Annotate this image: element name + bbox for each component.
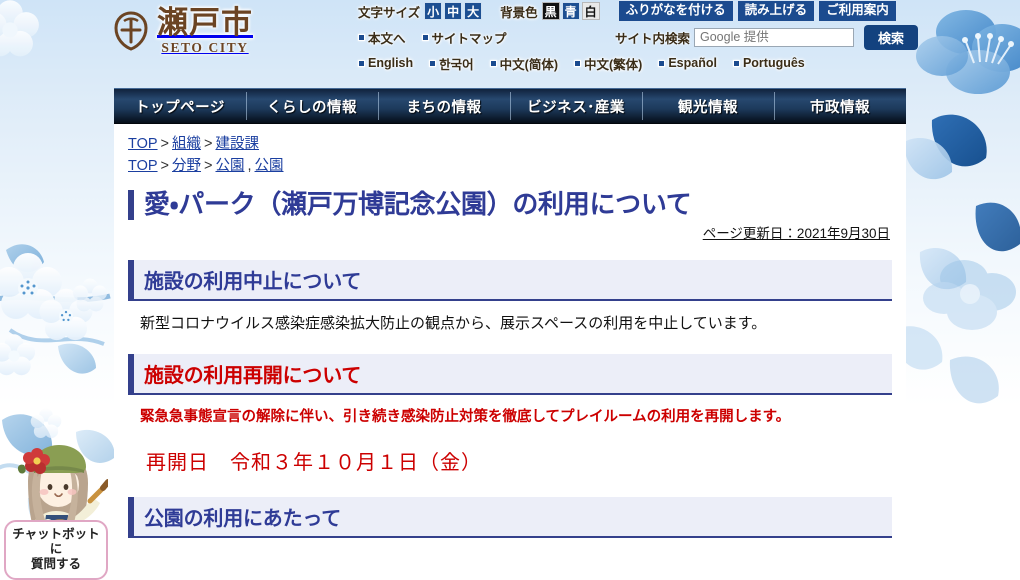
header-action-buttons: ふりがなを付ける 読み上げる ご利用案内 (617, 0, 897, 22)
chatbot-label-line2: 質問する (30, 557, 81, 571)
site-search: サイト内検索 検索 (614, 24, 918, 50)
bg-color-blue-button[interactable]: 青 (561, 2, 580, 20)
bullet-square-icon (732, 59, 740, 67)
breadcrumb: TOP > 組織 > 建設課 TOP > 分野 > 公園, 公園 (128, 134, 892, 178)
site-header: 瀬戸市 SETO CITY 文字サイズ 小 中 大 背景色 黒 青 白 ふりがな… (0, 0, 1020, 88)
sitemap-link[interactable]: サイトマップ (421, 28, 507, 47)
nav-item-town[interactable]: まちの情報 (378, 89, 510, 123)
nav-item-top-page[interactable]: トップページ (114, 89, 246, 123)
language-link-chinese-traditional[interactable]: 中文(繁体) (574, 54, 642, 73)
language-label: 中文(繁体) (584, 57, 643, 72)
skip-and-search-row: 本文へ サイトマップ サイト内検索 検索 (358, 24, 918, 50)
section-heading-park-usage: 公園の利用にあたって (128, 496, 892, 538)
bullet-square-icon (358, 33, 365, 41)
read-aloud-button[interactable]: 読み上げる (736, 0, 816, 22)
language-label: Español (668, 56, 717, 70)
breadcrumb-row-category: TOP > 分野 > 公園, 公園 (128, 156, 892, 178)
logo-english-name: SETO CITY (161, 40, 249, 55)
font-size-large-button[interactable]: 大 (464, 2, 483, 20)
bullet-square-icon (658, 59, 666, 67)
breadcrumb-link-organization[interactable]: 組織 (172, 136, 201, 152)
bg-color-label: 背景色 (500, 5, 538, 20)
breadcrumb-separator: > (204, 136, 213, 152)
furigana-button[interactable]: ふりがなを付ける (617, 0, 734, 22)
bullet-square-icon (489, 59, 497, 67)
chatbot-question-button[interactable]: チャットボットに 質問する (4, 520, 108, 580)
resumption-date-note: 再開日 令和３年１０月１日（金） (146, 451, 482, 474)
chatbot-label-line1: チャットボットに (12, 527, 100, 556)
font-size-buttons: 小 中 大 (424, 2, 483, 20)
font-size-small-button[interactable]: 小 (424, 2, 443, 20)
global-navigation: トップページ くらしの情報 まちの情報 ビジネス･産業 観光情報 市政情報 (114, 88, 906, 124)
language-link-korean[interactable]: 한국어 (429, 54, 474, 73)
language-label: 中文(简体) (499, 57, 558, 72)
logo-japanese-name: 瀬戸市 (157, 5, 253, 41)
header-utilities: 文字サイズ 小 中 大 背景色 黒 青 白 ふりがなを付ける 読み上げる ご利用… (358, 0, 918, 77)
accessibility-row: 文字サイズ 小 中 大 背景色 黒 青 白 ふりがなを付ける 読み上げる ご利用… (358, 0, 918, 22)
breadcrumb-row-organization: TOP > 組織 > 建設課 (128, 134, 892, 156)
title-accent-bar (128, 189, 134, 220)
page-root: 瀬戸市 SETO CITY 文字サイズ 小 中 大 背景色 黒 青 白 ふりがな… (0, 0, 1020, 580)
breadcrumb-link-field[interactable]: 分野 (172, 158, 201, 174)
language-link-portuguese[interactable]: Português (732, 56, 805, 70)
language-link-english[interactable]: English (358, 56, 413, 70)
breadcrumb-separator: > (204, 157, 213, 174)
page-title-row: 愛・パーク（瀬戸万博記念公園）の利用について (128, 188, 892, 220)
bullet-square-icon (358, 59, 365, 67)
site-logo[interactable]: 瀬戸市 SETO CITY (112, 8, 253, 55)
language-links-row: English 한국어 中文(简体) 中文(繁体) Español Portug… (358, 52, 918, 74)
section-body-suspension: 新型コロナウイルス感染症感染拡大防止の観点から、展示スペースの利用を中止していま… (140, 314, 767, 332)
page-update-date: ページ更新日：2021年9月30日 (702, 225, 890, 241)
bg-color-buttons: 黒 青 白 (541, 2, 600, 20)
font-size-label: 文字サイズ (358, 5, 421, 20)
language-label: Português (742, 56, 805, 70)
nav-item-city-gov[interactable]: 市政情報 (774, 89, 906, 123)
search-button[interactable]: 検索 (863, 24, 918, 50)
breadcrumb-link-park-2[interactable]: 公園 (255, 158, 284, 174)
usage-guide-button[interactable]: ご利用案内 (818, 0, 897, 22)
bg-color-black-button[interactable]: 黒 (541, 2, 560, 20)
breadcrumb-separator: , (247, 157, 252, 174)
bullet-square-icon (574, 59, 581, 67)
main-content: TOP > 組織 > 建設課 TOP > 分野 > 公園, 公園 愛・パーク（瀬戸万博記念公園）の… (114, 124, 906, 544)
skip-to-content-link[interactable]: 本文へ (358, 28, 406, 47)
breadcrumb-link-top[interactable]: TOP (128, 158, 158, 174)
bullet-square-icon (421, 33, 429, 41)
language-label: 한국어 (439, 57, 474, 72)
language-label: English (368, 56, 414, 70)
search-label: サイト内検索 (614, 31, 690, 46)
breadcrumb-link-top[interactable]: TOP (128, 136, 158, 152)
seto-city-crest-icon (112, 11, 150, 51)
section-heading-suspension: 施設の利用中止について (128, 259, 892, 301)
nav-item-tourism[interactable]: 観光情報 (642, 89, 774, 123)
breadcrumb-separator: > (160, 157, 170, 174)
nav-item-living[interactable]: くらしの情報 (246, 89, 378, 123)
section-body-resumption: 緊急急事態宣言の解除に伴い、引き続き感染防止対策を徹底してプレイルームの利用を再… (140, 408, 791, 425)
breadcrumb-link-park[interactable]: 公園 (215, 158, 244, 174)
skip-to-content-label: 本文へ (368, 31, 406, 46)
breadcrumb-separator: > (160, 136, 170, 152)
search-input[interactable] (693, 27, 854, 47)
chatbot-widget[interactable]: チャットボットに 質問する (4, 437, 111, 580)
language-link-chinese-simplified[interactable]: 中文(简体) (489, 54, 558, 73)
bg-color-white-button[interactable]: 白 (581, 2, 600, 20)
section-heading-resumption: 施設の利用再開について (128, 353, 892, 395)
nav-item-business[interactable]: ビジネス･産業 (510, 89, 642, 123)
bullet-square-icon (429, 59, 437, 67)
sitemap-label: サイトマップ (431, 31, 507, 46)
font-size-medium-button[interactable]: 中 (444, 2, 463, 20)
language-link-spanish[interactable]: Español (658, 56, 717, 70)
page-title: 愛・パーク（瀬戸万博記念公園）の利用について (144, 188, 692, 219)
breadcrumb-link-construction-div[interactable]: 建設課 (215, 136, 259, 152)
